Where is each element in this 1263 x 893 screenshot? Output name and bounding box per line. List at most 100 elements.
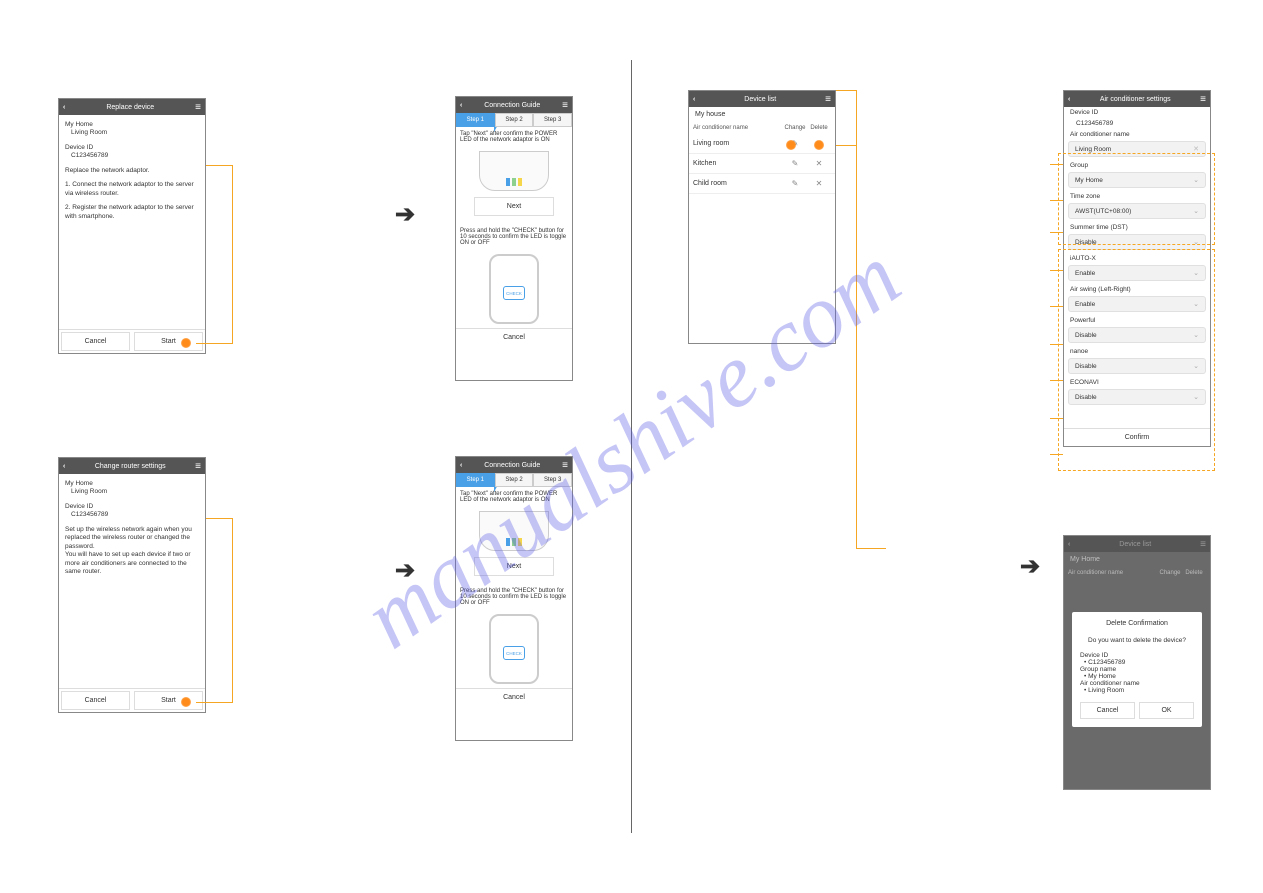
- deviceid-value: C123456789: [1064, 118, 1210, 129]
- delete-icon[interactable]: ✕: [807, 179, 831, 188]
- powerful-select[interactable]: Disable⌄: [1068, 327, 1206, 343]
- myhome-label: My Home: [65, 121, 199, 129]
- tab-step3[interactable]: Step 3: [533, 113, 572, 127]
- nanoe-select[interactable]: Disable⌄: [1068, 358, 1206, 374]
- acname-input[interactable]: Living Room✕: [1068, 141, 1206, 157]
- deviceid-label: Device ID: [65, 503, 199, 511]
- highlight-start-icon: [181, 338, 191, 348]
- tab-step3[interactable]: Step 3: [533, 473, 572, 487]
- timezone-select[interactable]: AWST(UTC+08:00)⌄: [1068, 203, 1206, 219]
- instruction-0: Replace the network adaptor.: [65, 167, 199, 175]
- page-title: Device list: [1070, 541, 1200, 548]
- next-button[interactable]: Next: [474, 197, 554, 216]
- confirm-button[interactable]: Confirm: [1064, 428, 1210, 446]
- header: ‹ Connection Guide: [456, 457, 572, 473]
- chevron-down-icon: ⌄: [1193, 362, 1199, 370]
- check-button-illustration: CHECK: [503, 646, 525, 660]
- screen-connection-guide: ‹ Connection Guide Step 1 Step 2 Step 3 …: [455, 96, 573, 381]
- leader-line: [856, 90, 857, 548]
- cancel-button[interactable]: Cancel: [61, 691, 130, 710]
- arrow-right-icon: ➔: [395, 200, 415, 229]
- delete-icon[interactable]: ✕: [807, 159, 831, 168]
- myhome-label: My Home: [65, 480, 199, 488]
- next-button[interactable]: Next: [474, 557, 554, 576]
- menu-icon[interactable]: [825, 94, 831, 105]
- acname-value: • Living Room: [1080, 687, 1194, 694]
- leader-line: [232, 165, 233, 344]
- econavi-label: ECONAVI: [1064, 377, 1210, 388]
- menu-icon[interactable]: [562, 460, 568, 471]
- cancel-button[interactable]: Cancel: [456, 328, 572, 346]
- leader-line: [836, 90, 856, 91]
- edit-icon[interactable]: ✎: [783, 179, 807, 188]
- menu-icon[interactable]: [195, 102, 201, 113]
- start-button[interactable]: Start: [134, 332, 203, 351]
- screen-change-router: ‹ Change router settings My Home Living …: [58, 457, 206, 713]
- group-value: • My Home: [1080, 673, 1194, 680]
- swing-label: Air swing (Left-Right): [1064, 284, 1210, 295]
- hold-check-text: Press and hold the "CHECK" button for 10…: [456, 584, 572, 610]
- leader-line: [232, 518, 233, 703]
- description: Set up the wireless network again when y…: [65, 526, 199, 577]
- instruction-2: 2. Register the network adaptor to the s…: [65, 204, 199, 221]
- cancel-button[interactable]: Cancel: [456, 688, 572, 706]
- header: ‹ Device list: [1064, 536, 1210, 552]
- header: ‹ Connection Guide: [456, 97, 572, 113]
- screen-replace-device: ‹ Replace device My Home Living Room Dev…: [58, 98, 206, 354]
- acname-label: Air conditioner name: [1080, 680, 1194, 687]
- leader-line: [206, 518, 233, 519]
- menu-icon[interactable]: [562, 100, 568, 111]
- ok-button[interactable]: OK: [1139, 702, 1194, 719]
- leader-line: [196, 343, 232, 344]
- step-tabs: Step 1 Step 2 Step 3: [456, 473, 572, 487]
- page-title: Connection Guide: [462, 102, 562, 109]
- chevron-down-icon: ⌄: [1193, 176, 1199, 184]
- chevron-down-icon: ⌄: [1193, 238, 1199, 246]
- table-header-dim: Air conditioner name Change Delete: [1064, 567, 1210, 579]
- chevron-down-icon: ⌄: [1193, 300, 1199, 308]
- edit-icon[interactable]: ✎: [783, 159, 807, 168]
- adapter-illustration: [479, 511, 549, 551]
- col-name: Air conditioner name: [1068, 570, 1158, 576]
- leader-line: [1050, 232, 1063, 233]
- menu-icon: [1200, 539, 1206, 550]
- leader-line: [1050, 380, 1063, 381]
- chevron-down-icon: ⌄: [1193, 393, 1199, 401]
- screen-delete-confirm: ‹ Device list My Home Air conditioner na…: [1063, 535, 1211, 790]
- step-tabs: Step 1 Step 2 Step 3: [456, 113, 572, 127]
- deviceid-label: Device ID: [65, 144, 199, 152]
- check-button-illustration: CHECK: [503, 286, 525, 300]
- dst-select[interactable]: Disable⌄: [1068, 234, 1206, 250]
- leader-line: [206, 165, 233, 166]
- leader-line: [1050, 164, 1063, 165]
- cancel-button[interactable]: Cancel: [61, 332, 130, 351]
- iauto-select[interactable]: Enable⌄: [1068, 265, 1206, 281]
- menu-icon[interactable]: [195, 461, 201, 472]
- header: ‹ Replace device: [59, 99, 205, 115]
- swing-select[interactable]: Enable⌄: [1068, 296, 1206, 312]
- house-label: My house: [689, 107, 835, 122]
- page-title: Change router settings: [65, 463, 195, 470]
- col-change: Change: [1158, 570, 1182, 576]
- tab-step2[interactable]: Step 2: [495, 113, 534, 127]
- header: ‹ Change router settings: [59, 458, 205, 474]
- modal-title: Delete Confirmation: [1080, 620, 1194, 627]
- page-title: Device list: [695, 96, 825, 103]
- econavi-select[interactable]: Disable⌄: [1068, 389, 1206, 405]
- start-button[interactable]: Start: [134, 691, 203, 710]
- tab-step2[interactable]: Step 2: [495, 473, 534, 487]
- page-title: Connection Guide: [462, 462, 562, 469]
- timezone-label: Time zone: [1064, 191, 1210, 202]
- menu-icon[interactable]: [1200, 94, 1206, 105]
- clear-icon[interactable]: ✕: [1193, 145, 1199, 153]
- group-select[interactable]: My Home⌄: [1068, 172, 1206, 188]
- tap-next-text: Tap "Next" after confirm the POWER LED o…: [456, 127, 572, 147]
- acname-label: Air conditioner name: [1064, 129, 1210, 140]
- tab-step1[interactable]: Step 1: [456, 473, 495, 487]
- house-label-dim: My Home: [1064, 552, 1210, 567]
- col-delete: Delete: [807, 125, 831, 131]
- adapter-illustration: [479, 151, 549, 191]
- page-title: Replace device: [65, 104, 195, 111]
- tab-step1[interactable]: Step 1: [456, 113, 495, 127]
- cancel-button[interactable]: Cancel: [1080, 702, 1135, 719]
